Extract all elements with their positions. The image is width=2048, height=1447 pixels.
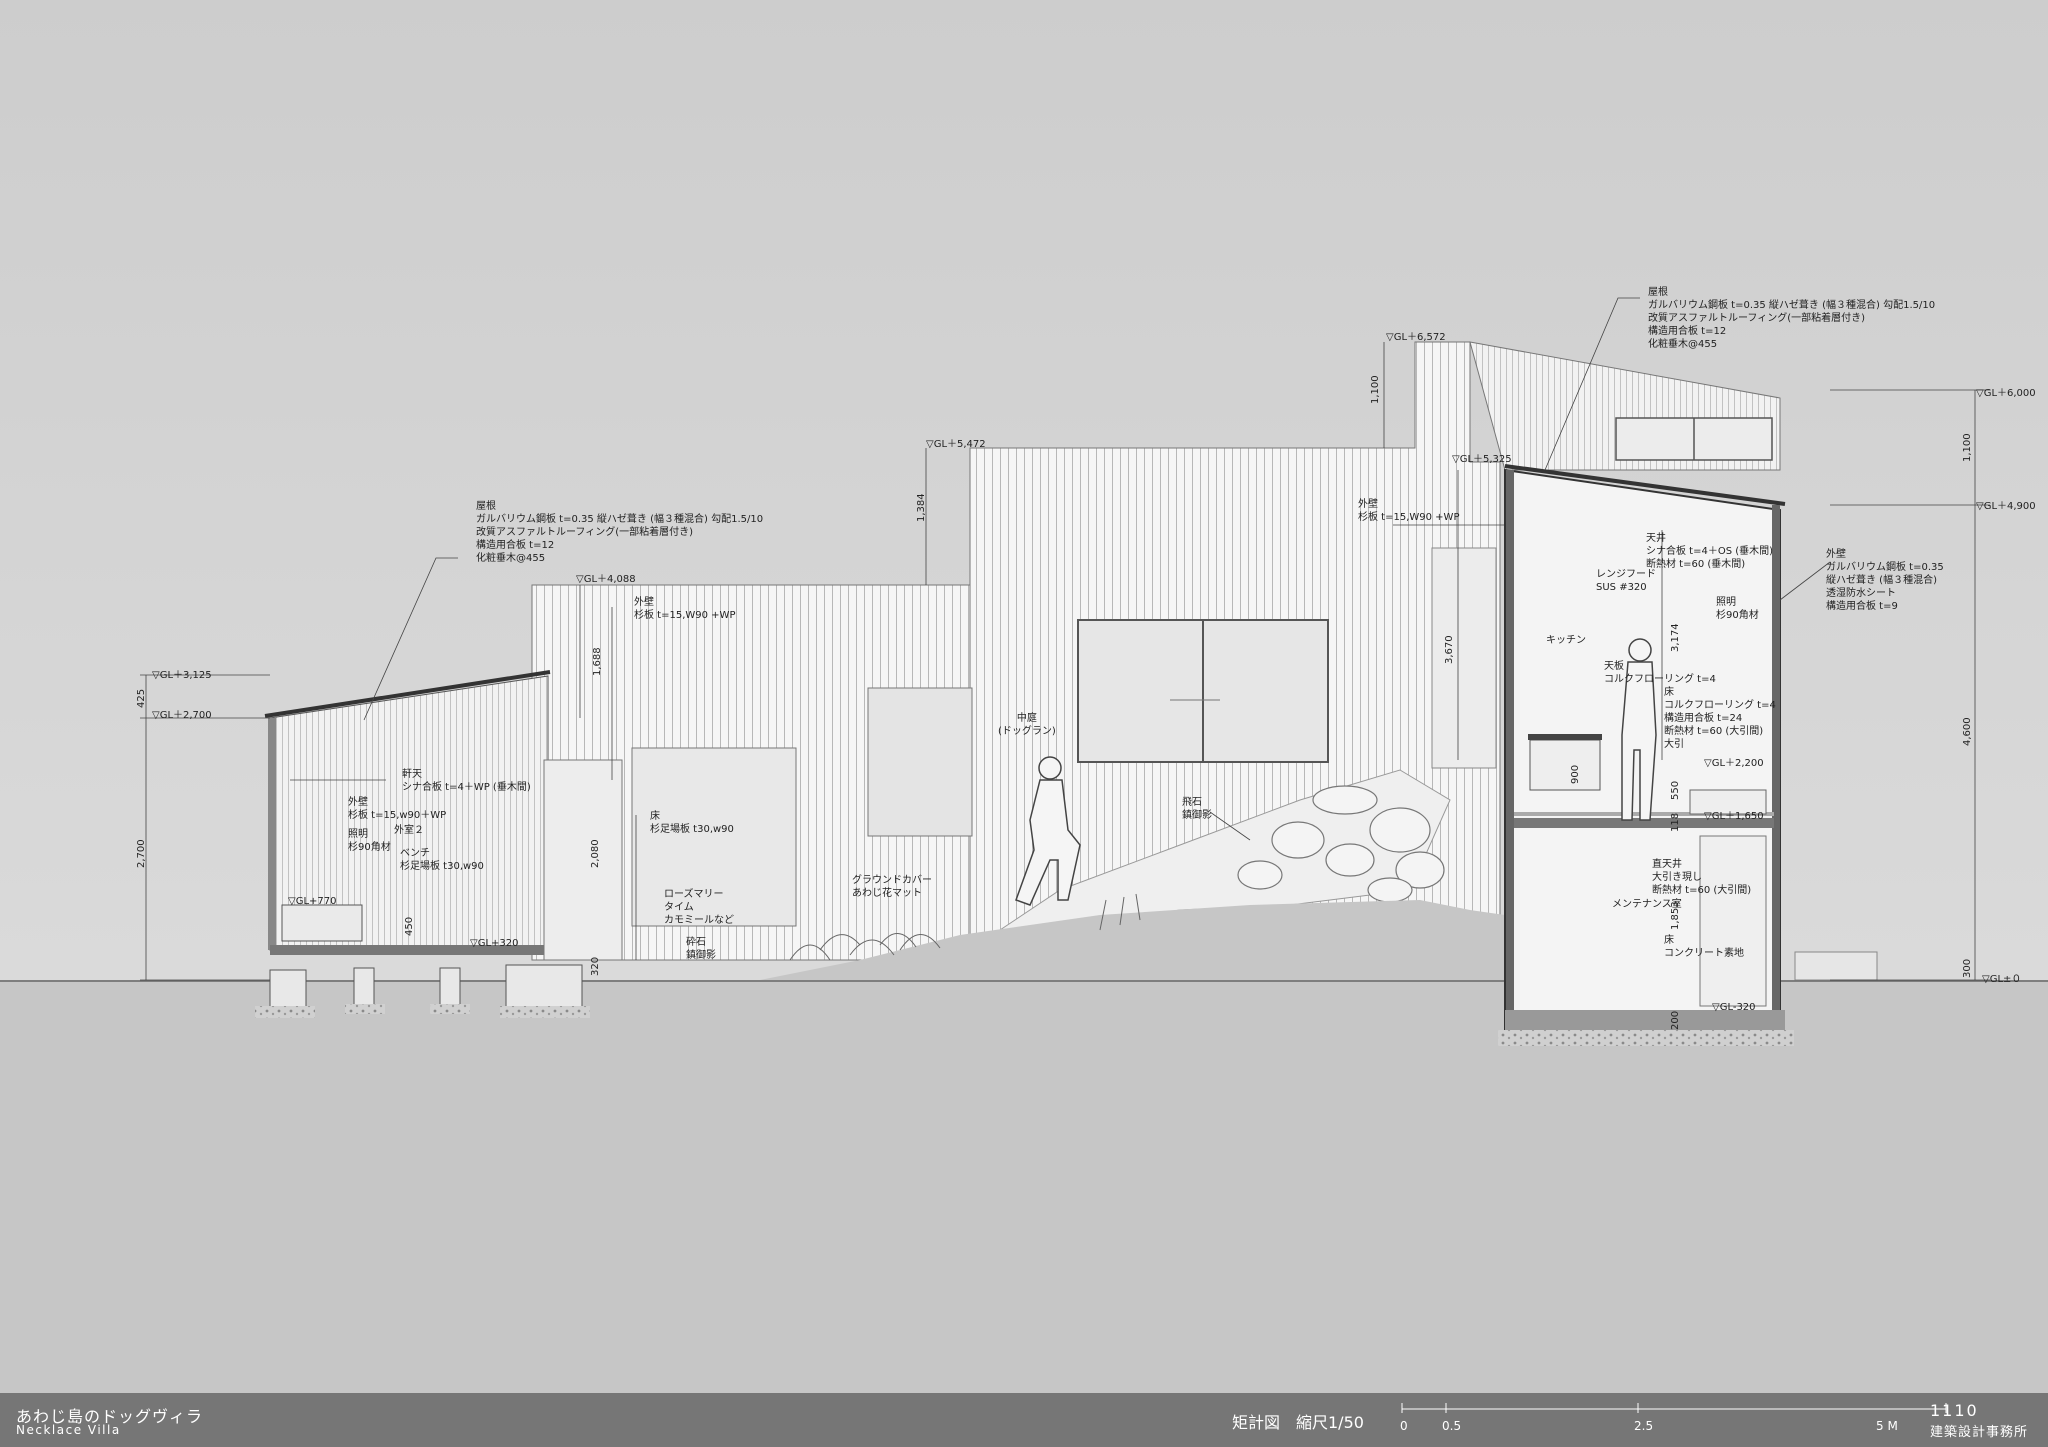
label-maintenance: メンテナンス室 [1612,899,1682,910]
dim-300: 300 [1962,958,1973,978]
level-6000: ▽GL＋6,000 [1976,388,2036,399]
note-floor-right: 床コルクフローリング t=4 構造用合板 t=24 断熱材 t=60 (大引間) 大引 [1664,687,1776,750]
dim-200: 200 [1670,1010,1681,1030]
dim-320: 320 [590,956,601,976]
note-ceiling: 天井 シナ合板 t=4＋OS (垂木間) 断熱材 t=60 (垂木間) [1646,533,1774,570]
level-4088: ▽GL＋4,088 [576,574,636,585]
dim-425: 425 [136,688,147,708]
level-3125: ▽GL＋3,125 [152,670,212,681]
level-1650: ▽GL＋1,650 [1704,811,1764,822]
scale-05: 0.5 [1442,1419,1462,1433]
note-groundcover: グラウンドカバー あわじ花マット [852,875,932,899]
level-5325: ▽GL＋5,325 [1452,454,1512,465]
note-stepping: 飛石 鎮御影 [1182,797,1212,821]
level-m320: ▽GL-320 [1712,1002,1756,1013]
level-6572: ▽GL＋6,572 [1386,332,1446,343]
note-herbs: ローズマリー タイム カモミールなど [664,889,734,926]
window-mid [867,687,973,837]
note-roof-left: 屋根 ガルバリウム鋼板 t=0.35 縦ハゼ葺き (幅３種混合) 勾配1.5/10… [476,501,764,564]
scale-0: 0 [1400,1419,1408,1433]
dim-1688: 1,688 [592,647,603,676]
project-subtitle: Necklace Villa [16,1423,121,1437]
note-bench: ベンチ 杉足場板 t30,w90 [400,848,484,872]
note-gravel: 砕石 鎮御影 [686,937,716,961]
dim-3174: 3,174 [1670,623,1681,652]
scale-25: 2.5 [1634,1419,1654,1433]
note-ceiling-direct: 直天井 大引き現し 断熱材 t=60 (大引間) [1652,859,1752,896]
level-2700: ▽GL＋2,700 [152,710,212,721]
note-outdoor2: 外室２ [394,825,424,836]
level-2200: ▽GL＋2,200 [1704,758,1764,769]
note-soffit: 軒天 シナ合板 t=4＋WP (垂木間) [402,769,531,793]
section-drawing: ▽GL＋6,572 ▽GL＋6,000 ▽GL＋5,472 ▽GL＋5,325 … [0,0,2048,1447]
title-bar: あわじ島のドッグヴィラ Necklace Villa 矩計図 縮尺1/50 0 … [0,1393,2048,1447]
dim-1100b: 1,100 [1962,433,1973,462]
note-light-left: 照明 杉90角材 [348,829,391,853]
dim-2700: 2,700 [136,839,147,868]
level-5472: ▽GL＋5,472 [926,439,986,450]
note-ext-wall-left: 外壁 杉板 t=15,w90＋WP [348,797,447,821]
dim-1384: 1,384 [916,493,927,522]
note-ext-wall-mid: 外壁 杉板 t=15,W90 +WP [634,597,736,621]
scale-bar [1401,1403,1947,1413]
note-range-hood: レンジフード SUS #320 [1596,569,1656,593]
dim-900: 900 [1570,764,1581,784]
level-320: ▽GL+320 [470,938,519,949]
dim-118: 118 [1670,812,1681,832]
note-counter: 天板 コルクフローリング t=4 [1604,661,1716,685]
drawing-number: 1110 [1930,1401,1979,1420]
scale-5: 5 M [1876,1419,1898,1433]
label-courtyard: 中庭 (ドッグラン) [998,713,1056,737]
note-light-right: 照明 杉90角材 [1716,597,1759,621]
dim-550: 550 [1670,780,1681,800]
dim-4600: 4,600 [1962,717,1973,746]
dim-2080: 2,080 [590,839,601,868]
level-770: ▽GL+770 [288,896,337,907]
firm-name: 建築設計事務所 [1930,1425,2029,1440]
dim-1100a: 1,100 [1370,375,1381,404]
note-floor-conc: 床コンクリート素地 [1664,935,1744,959]
drawing-title: 矩計図 縮尺1/50 [1232,1413,1364,1432]
level-4900: ▽GL＋4,900 [1976,501,2036,512]
level-0: ▽GL±０ [1982,974,2022,985]
note-roof-right: 屋根 ガルバリウム鋼板 t=0.35 縦ハゼ葺き (幅３種混合) 勾配1.5/10… [1648,287,1936,350]
note-ext-wall-far: 外壁 ガルバリウム鋼板 t=0.35 縦ハゼ葺き (幅３種混合) 透湿防水シート 構造用… [1826,549,1944,612]
dim-3670: 3,670 [1444,635,1455,664]
dim-450: 450 [404,916,415,936]
label-kitchen: キッチン [1546,635,1586,646]
note-ext-wall-right: 外壁 杉板 t=15,W90 +WP [1358,499,1460,523]
note-floor-mid: 床杉足場板 t30,w90 [650,811,734,835]
